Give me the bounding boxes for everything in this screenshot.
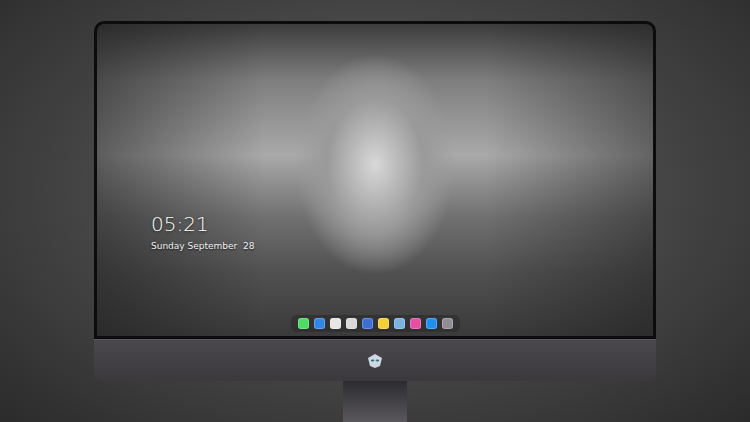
lock-screen: 05:21 Sunday September 28 [97,24,653,336]
lock-date: Sunday September 28 [151,240,653,252]
photos-icon[interactable] [346,318,357,329]
preview-icon[interactable] [394,318,405,329]
lock-time: 05:21 [151,212,653,236]
monitor-bezel: 05:21 Sunday September 28 [94,21,656,339]
finder-icon[interactable] [314,318,325,329]
camera-icon[interactable] [442,318,453,329]
monitor-stand [343,381,407,422]
mockup-page: 05:21 Sunday September 28 [0,0,750,422]
alien-logo-icon [367,353,383,369]
app-store-icon[interactable] [426,318,437,329]
notes-icon[interactable] [378,318,389,329]
safari-icon[interactable] [330,318,341,329]
dock [291,315,460,332]
movies-icon[interactable] [362,318,373,329]
music-icon[interactable] [410,318,421,329]
messages-icon[interactable] [298,318,309,329]
monitor-chin [94,339,656,381]
